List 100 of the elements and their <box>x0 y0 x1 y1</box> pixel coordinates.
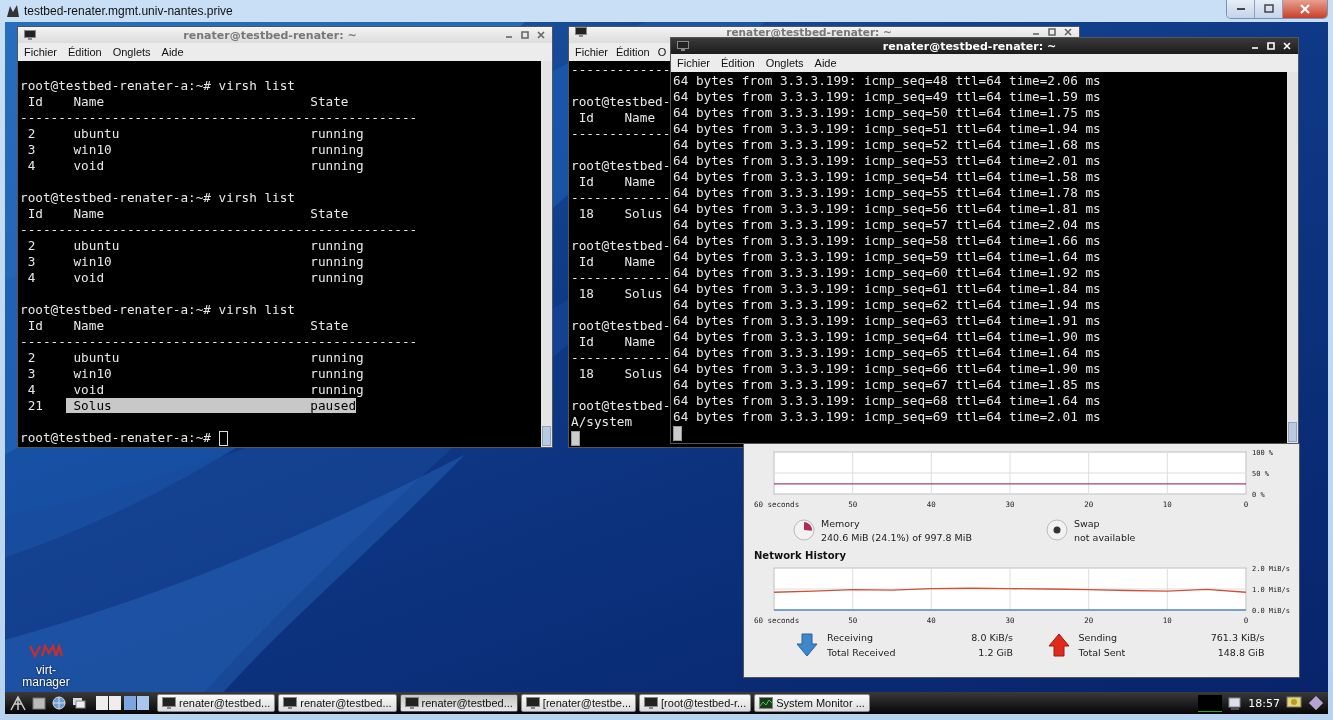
terminal-line: 21 Solus paused <box>26 398 357 414</box>
terminal-line: 64 bytes from 3.3.3.199: icmp_seq=54 ttl=64 time=1.58 ms <box>673 169 1101 185</box>
terminal-line: 18 Solus <box>577 366 663 382</box>
menu-item[interactable]: Onglets <box>765 57 804 69</box>
scrollbar-thumb[interactable] <box>542 426 551 446</box>
window-title: testbed-renater.mgmt.univ-nantes.prive <box>24 4 233 18</box>
section-heading: Network History <box>754 550 847 563</box>
terminal-icon <box>404 697 419 709</box>
menu-item[interactable]: Aide <box>814 57 837 69</box>
window-title: renater@testbed-renater: ~ <box>182 28 358 42</box>
terminal-icon <box>283 697 298 709</box>
traffic-label: Sending <box>1078 632 1119 643</box>
taskbar-button[interactable]: renater@testbed... <box>157 694 276 712</box>
terminal-icon <box>525 697 540 709</box>
terminal-line: 64 bytes from 3.3.3.199: icmp_seq=60 ttl=64 time=1.92 ms <box>673 265 1101 281</box>
terminal-line: 18 Solus <box>577 286 663 302</box>
terminal-line: ------------- <box>571 126 671 142</box>
terminal-line: root@testbed-renater-a:~# virsh list <box>20 302 295 318</box>
memory-value: 240.6 MiB (24.1%) of 997.8 MiB <box>821 531 972 543</box>
scrollbar[interactable] <box>541 61 552 447</box>
window-title: renater@testbed-renater: ~ <box>725 27 893 38</box>
swap-value: not available <box>1074 531 1136 543</box>
up-arrow-icon <box>1047 633 1070 657</box>
terminal-line: 2 ubuntu running <box>26 350 364 366</box>
terminal-line: Id Name <box>577 174 656 190</box>
window-title: renater@testbed-renater: ~ <box>881 39 1058 53</box>
terminal-line: 64 bytes from 3.3.3.199: icmp_seq=59 ttl=64 time=1.64 ms <box>673 249 1101 265</box>
clock[interactable]: 18:57 <box>1248 696 1280 710</box>
down-arrow-icon <box>796 633 818 657</box>
traffic-rate: 761.3 KiB/s <box>1209 632 1265 643</box>
menu-item[interactable]: O <box>657 46 667 58</box>
terminal-icon <box>677 41 689 51</box>
menu-item[interactable]: Fichier <box>677 57 710 69</box>
terminal-line: 64 bytes from 3.3.3.199: icmp_seq=56 ttl=64 time=1.81 ms <box>673 201 1101 217</box>
menu-item[interactable]: Fichier <box>575 46 608 58</box>
terminal-line: root@testbed- <box>571 158 671 174</box>
terminal-line: root@testbed- <box>571 94 671 110</box>
swap-label: Swap <box>1074 517 1101 529</box>
traffic-label: Total Sent <box>1078 647 1127 658</box>
terminal-line: Id Name State <box>26 206 349 222</box>
menu-icon[interactable] <box>9 695 27 711</box>
menu-item[interactable]: Fichier <box>24 46 57 58</box>
terminal-line: 4 void running <box>26 270 364 286</box>
icon-label[interactable]: virt-manager <box>17 664 75 688</box>
monitor-icon[interactable] <box>1285 695 1303 711</box>
terminal-line: 18 Solus <box>577 206 663 222</box>
terminal-line: Id Name <box>577 254 656 270</box>
terminal-line: 64 bytes from 3.3.3.199: icmp_seq=69 ttl=64 time=2.01 ms <box>673 409 1101 425</box>
scrollbar-thumb[interactable] <box>1288 422 1297 442</box>
swap-pie-icon <box>1046 519 1068 541</box>
taskbar-button[interactable]: System Monitor ... <box>754 694 870 712</box>
terminal-line: root@testbed-renater-a:~# <box>20 430 212 446</box>
terminal-line: 64 bytes from 3.3.3.199: icmp_seq=57 ttl=64 time=2.04 ms <box>673 217 1101 233</box>
terminal-line: 3 win10 running <box>26 142 364 158</box>
terminal-line: A/system <box>571 414 633 430</box>
terminal-line: root@testbed- <box>571 238 671 254</box>
terminal-line: root@testbed- <box>571 318 671 334</box>
globe-icon[interactable] <box>51 695 67 711</box>
app-icon <box>6 4 20 18</box>
terminal-line: ---------------------------------------------------- <box>20 222 418 238</box>
taskbar-button[interactable]: [root@testbed-r... <box>639 694 752 712</box>
terminal-line: 64 bytes from 3.3.3.199: icmp_seq=58 ttl=64 time=1.66 ms <box>673 233 1101 249</box>
cpu-meter <box>1198 694 1223 712</box>
taskbar-button[interactable]: renater@testbed... <box>278 694 397 712</box>
minimize-button[interactable] <box>1227 0 1255 18</box>
terminal-line: 3 win10 running <box>26 254 364 270</box>
terminal-line: Id Name <box>577 334 656 350</box>
terminal-line: 64 bytes from 3.3.3.199: icmp_seq=65 ttl=64 time=1.64 ms <box>673 345 1101 361</box>
scrollbar[interactable] <box>1287 72 1298 443</box>
terminal-line: root@testbed-renater-a:~# virsh list <box>20 190 295 206</box>
taskbar-button[interactable]: renater@testbed... <box>399 694 518 712</box>
menu-item[interactable]: Édition <box>616 46 650 58</box>
menu-item[interactable]: Aide <box>161 46 184 58</box>
chart-icon <box>759 697 774 709</box>
file-manager-icon[interactable] <box>31 695 47 711</box>
terminal-line: root@testbed- <box>571 398 671 414</box>
terminal-icon <box>162 697 176 709</box>
menu-item[interactable]: Édition <box>68 46 102 58</box>
terminal-line: 64 bytes from 3.3.3.199: icmp_seq=68 ttl=64 time=1.64 ms <box>673 393 1101 409</box>
terminal-line: ------------- <box>571 350 671 366</box>
close-icon <box>1298 4 1312 14</box>
terminal-line: 2 ubuntu running <box>26 238 364 254</box>
taskbar-button[interactable]: [renater@testbe... <box>520 694 637 712</box>
terminal-line: 64 bytes from 3.3.3.199: icmp_seq=49 ttl=64 time=1.59 ms <box>673 89 1101 105</box>
terminal-icon <box>644 697 659 709</box>
terminal-line: 4 void running <box>26 382 364 398</box>
menu-item[interactable]: Onglets <box>112 46 151 58</box>
terminal-icon <box>24 30 36 40</box>
terminal-line: 64 bytes from 3.3.3.199: icmp_seq=61 ttl=64 time=1.84 ms <box>673 281 1101 297</box>
traffic-rate: 8.0 KiB/s <box>970 632 1013 643</box>
terminal-line: ------------- <box>571 62 671 78</box>
terminal-line: 64 bytes from 3.3.3.199: icmp_seq=63 ttl=64 time=1.91 ms <box>673 313 1101 329</box>
menu-item[interactable]: Édition <box>721 57 755 69</box>
network-icon[interactable] <box>1227 695 1244 711</box>
diamond-icon[interactable] <box>1308 695 1324 711</box>
desktop-pager[interactable] <box>95 695 151 711</box>
traffic-total: 1.2 GiB <box>977 647 1013 658</box>
terminal-line: 3 win10 running <box>26 366 364 382</box>
windows-icon[interactable] <box>71 695 87 711</box>
minimize-icon <box>1236 8 1245 10</box>
